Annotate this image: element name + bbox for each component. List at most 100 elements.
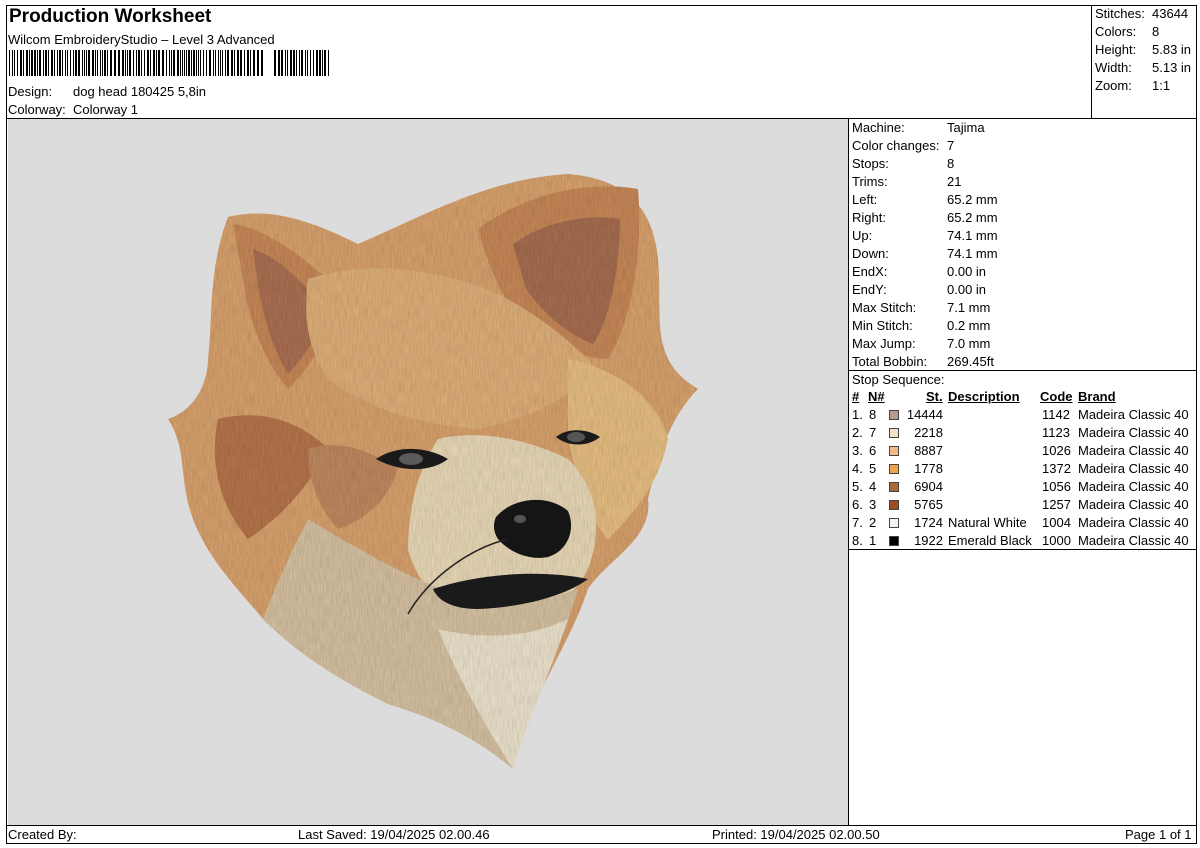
info-label: EndY: (852, 282, 887, 297)
barcode-bar (278, 50, 280, 76)
dog-head-embroidery (168, 174, 698, 769)
barcode-bar (188, 50, 190, 76)
thread-brand: Madeira Classic 40 (1078, 461, 1189, 476)
barcode-bar (156, 50, 157, 76)
barcode-bar (287, 50, 288, 76)
thread-code: 1056 (1042, 479, 1071, 494)
thread-code: 1257 (1042, 497, 1071, 512)
barcode-bar (78, 50, 80, 76)
column-header-n: N# (868, 389, 885, 404)
machine-info-row: Min Stitch: 0.2 mm (852, 318, 1192, 336)
stitch-count: 6904 (914, 479, 943, 494)
barcode-bar (215, 50, 216, 76)
machine-info-row: Color changes: 7 (852, 138, 1192, 156)
barcode-bar (54, 50, 55, 76)
column-header-num: # (852, 389, 860, 404)
stat-colors: Colors: 8 (1095, 24, 1195, 42)
frame-bottom (6, 843, 1196, 844)
barcode-bar (240, 50, 242, 76)
barcode-bar (203, 50, 204, 76)
barcode-bar (222, 50, 223, 76)
stats-divider (1091, 5, 1092, 119)
needle-number: 5 (869, 461, 877, 476)
software-name: Wilcom EmbroideryStudio – Level 3 Advanc… (8, 32, 275, 47)
barcode-bar (125, 50, 126, 76)
info-value: 21 (947, 174, 962, 189)
stitch-count: 8887 (914, 443, 943, 458)
barcode-bar (51, 50, 53, 76)
stat-stitches: Stitches: 43644 (1095, 6, 1195, 24)
created-by: Created By: (8, 827, 77, 842)
barcode-bar (138, 50, 140, 76)
barcode-bar (319, 50, 321, 76)
barcode-bar (118, 50, 120, 76)
barcode-bar (285, 50, 286, 76)
thread-brand: Madeira Classic 40 (1078, 479, 1189, 494)
thread-color-swatch (889, 500, 899, 510)
machine-info-row: EndX: 0.00 in (852, 264, 1192, 282)
thread-color-swatch (889, 428, 899, 438)
barcode-bar (104, 50, 106, 76)
info-label: Total Bobbin: (852, 354, 928, 369)
barcode-bar (213, 50, 214, 76)
stop-sequence-row: 4. 5 1778 1372 Madeira Classic 40 (852, 461, 1197, 479)
stat-height: Height: 5.83 in (1095, 42, 1195, 60)
barcode-bar (184, 50, 185, 76)
thread-code: 1123 (1042, 425, 1070, 440)
colorway-label: Colorway: (8, 102, 66, 117)
info-label: Max Stitch: (852, 300, 917, 315)
design-value: dog head 180425 5,8in (73, 84, 207, 99)
barcode-bar (218, 50, 219, 76)
row-index: 6. (852, 497, 863, 512)
barcode-bar (92, 50, 94, 76)
machine-info-row: EndY: 0.00 in (852, 282, 1192, 300)
barcode-bar (200, 50, 201, 76)
frame-footer-top (6, 825, 1196, 826)
info-value: 65.2 mm (947, 192, 998, 207)
stat-label: Width: (1095, 60, 1132, 75)
info-value: 0.2 mm (947, 318, 991, 333)
barcode-bar (127, 50, 128, 76)
barcode-bar (88, 50, 90, 76)
barcode-bar (225, 50, 226, 76)
barcode-bar (186, 50, 187, 76)
stitch-count: 1724 (914, 515, 943, 530)
barcode-bar (70, 50, 71, 76)
barcode-bar (107, 50, 108, 76)
stat-value: 5.13 in (1152, 60, 1192, 75)
row-index: 7. (852, 515, 863, 530)
info-label: Left: (852, 192, 878, 207)
barcode-bar (86, 50, 87, 76)
stat-label: Colors: (1095, 24, 1137, 39)
thread-code: 1004 (1042, 515, 1071, 530)
row-index: 3. (852, 443, 863, 458)
barcode-bar (227, 50, 229, 76)
barcode-bar (37, 50, 38, 76)
thread-brand: Madeira Classic 40 (1078, 425, 1189, 440)
barcode-bar (169, 50, 170, 76)
barcode-bar (110, 50, 112, 76)
barcode-bar (231, 50, 233, 76)
column-header-brand: Brand (1078, 389, 1116, 404)
thread-code: 1026 (1042, 443, 1071, 458)
barcode-bar (57, 50, 58, 76)
design-preview (8, 119, 848, 825)
barcode-bar (316, 50, 318, 76)
barcode-bar (322, 50, 323, 76)
barcode-bar (20, 50, 22, 76)
barcode-bar (34, 50, 36, 76)
barcode-bar (62, 50, 63, 76)
barcode-bar (102, 50, 103, 76)
barcode-bar (67, 50, 68, 76)
barcode-bar (209, 50, 211, 76)
info-value: 65.2 mm (947, 210, 998, 225)
stop-sequence-row: 7. 2 1724 Natural White 1004 Madeira Classic … (852, 515, 1197, 533)
barcode-bar (191, 50, 192, 76)
info-value: 0.00 in (947, 264, 987, 279)
stitch-count: 14444 (906, 407, 943, 422)
stitch-count: 1922 (914, 533, 943, 548)
stop-sequence-row: 2. 7 2218 1123 Madeira Classic 40 (852, 425, 1197, 443)
info-value: Tajima (947, 120, 985, 135)
stat-label: Zoom: (1095, 78, 1132, 93)
canvas-divider (848, 118, 849, 826)
